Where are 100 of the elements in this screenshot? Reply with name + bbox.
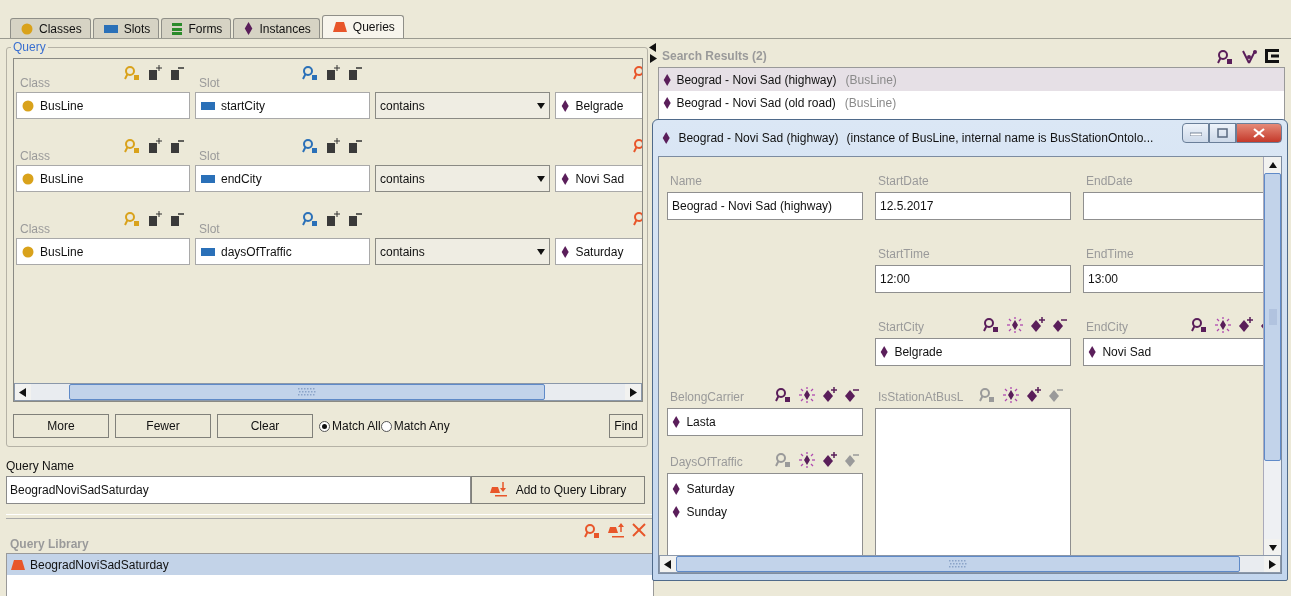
diamond-icon (1088, 346, 1097, 358)
value-field[interactable]: Novi Sad (555, 165, 642, 192)
scroll-up-button[interactable] (1264, 157, 1281, 173)
collapse-left-icon[interactable] (649, 43, 657, 52)
sparkle-icon (1007, 317, 1023, 333)
result-item[interactable]: Beograd - Novi Sad (old road) (BusLine) (659, 91, 1284, 114)
tab[interactable]: Forms (161, 18, 232, 38)
text-field[interactable] (1083, 192, 1263, 220)
library-item[interactable]: BeogradNoviSadSaturday (7, 554, 653, 575)
rectangle-icon (103, 24, 118, 33)
slot-field[interactable]: daysOfTraffic (195, 238, 370, 265)
text-field[interactable]: 13:00 (1083, 265, 1263, 293)
diamond-icon (662, 132, 671, 144)
arrow-right-icon (629, 387, 637, 397)
text-field[interactable]: Beograd - Novi Sad (highway) (667, 192, 863, 220)
field-label: Class (19, 75, 50, 90)
collapse-right-icon[interactable] (649, 54, 657, 63)
diamond-icon (672, 416, 681, 428)
panel-title: Query (11, 40, 48, 54)
scrollbar-thumb[interactable] (69, 384, 545, 400)
rectangle-icon (201, 174, 215, 183)
trapezoid-icon (332, 22, 347, 32)
maximize-icon (1217, 128, 1228, 138)
sparkle-icon (799, 452, 815, 468)
diamond-icon (561, 99, 570, 112)
field-label: Class (19, 148, 50, 163)
maximize-button[interactable] (1209, 123, 1236, 143)
scrollbar-thumb[interactable] (1264, 173, 1281, 461)
instance-field[interactable]: Belgrade (875, 338, 1071, 366)
class-field[interactable]: BusLine (16, 165, 190, 192)
find-button[interactable]: Find (609, 414, 643, 438)
add-diamond-icon (1239, 317, 1253, 332)
match-radio[interactable]: Match Any (380, 419, 450, 433)
scrollbar-thumb[interactable] (676, 556, 1240, 572)
instance-list[interactable]: Saturday Sunday (667, 473, 863, 555)
field-label: StartCity (877, 320, 924, 335)
add-square-icon (148, 65, 162, 80)
circle-icon (21, 22, 33, 35)
tab[interactable]: Instances (233, 18, 320, 38)
add-square-icon (148, 138, 162, 153)
tab[interactable]: Queries (321, 15, 404, 38)
list-item[interactable]: Sunday (672, 500, 862, 523)
instance-field[interactable]: Lasta (667, 408, 863, 436)
search-icon (584, 523, 600, 539)
tab[interactable]: Slots (92, 18, 160, 38)
query-button[interactable]: Clear (217, 414, 313, 438)
instance-field[interactable]: Novi Sad (1083, 338, 1263, 366)
field-label: StartDate (877, 174, 929, 189)
remove-square-icon (170, 138, 184, 153)
arrow-up-icon (1268, 160, 1277, 170)
minimize-button[interactable] (1182, 123, 1209, 143)
trapezoid-icon (11, 559, 25, 570)
value-field[interactable]: Belgrade (555, 92, 642, 119)
tab[interactable]: Classes (10, 18, 91, 38)
circle-icon (22, 245, 34, 258)
window-subtitle: (instance of BusLine, internal name is BusStationOntolo... (846, 131, 1154, 145)
text-field[interactable]: 12:00 (875, 265, 1071, 293)
add-square-icon (326, 138, 340, 153)
caret-icon (537, 101, 545, 110)
scroll-right-button[interactable] (1264, 556, 1280, 572)
query-button[interactable]: Fewer (115, 414, 211, 438)
slot-field[interactable]: startCity (195, 92, 370, 119)
search-icon (302, 65, 318, 81)
scroll-right-button[interactable] (625, 384, 641, 400)
sparkle-icon (1215, 317, 1231, 333)
add-diamond-icon (1031, 317, 1045, 332)
field-label: EndTime (1085, 247, 1134, 262)
window-title: Beograd - Novi Sad (highway) (678, 131, 839, 145)
field-label: StartTime (877, 247, 930, 262)
match-radio[interactable]: Match All (319, 419, 381, 433)
branch-icon (1241, 49, 1257, 65)
panel-title: Search Results (2) (662, 49, 767, 63)
query-button[interactable]: More (13, 414, 109, 438)
class-field[interactable]: BusLine (16, 238, 190, 265)
list-item[interactable]: Saturday (672, 477, 862, 500)
diamond-icon (244, 22, 254, 35)
result-item[interactable]: Beograd - Novi Sad (highway) (BusLine) (659, 68, 1284, 91)
scroll-left-button[interactable] (660, 556, 676, 572)
text-field[interactable]: 12.5.2017 (875, 192, 1071, 220)
caret-icon (537, 174, 545, 183)
remove-square-icon (348, 138, 362, 153)
class-field[interactable]: BusLine (16, 92, 190, 119)
operator-dropdown[interactable]: contains (375, 92, 550, 119)
query-name-field[interactable]: BeogradNoviSadSaturday (6, 476, 471, 504)
collapse-list-icon (1265, 49, 1279, 63)
slot-field[interactable]: endCity (195, 165, 370, 192)
add-diamond-icon (823, 387, 837, 402)
close-button[interactable] (1236, 123, 1282, 143)
remove-square-icon (348, 65, 362, 80)
diamond-icon (672, 482, 681, 495)
value-field[interactable]: Saturday (555, 238, 642, 265)
diamond-icon (561, 245, 570, 258)
field-label: Slot (198, 221, 220, 236)
bars-icon (172, 22, 183, 35)
add-square-icon (326, 65, 340, 80)
add-to-library-button[interactable]: Add to Query Library (471, 476, 645, 504)
scroll-down-button[interactable] (1264, 539, 1281, 555)
operator-dropdown[interactable]: contains (375, 165, 550, 192)
scroll-left-button[interactable] (15, 384, 31, 400)
operator-dropdown[interactable]: contains (375, 238, 550, 265)
